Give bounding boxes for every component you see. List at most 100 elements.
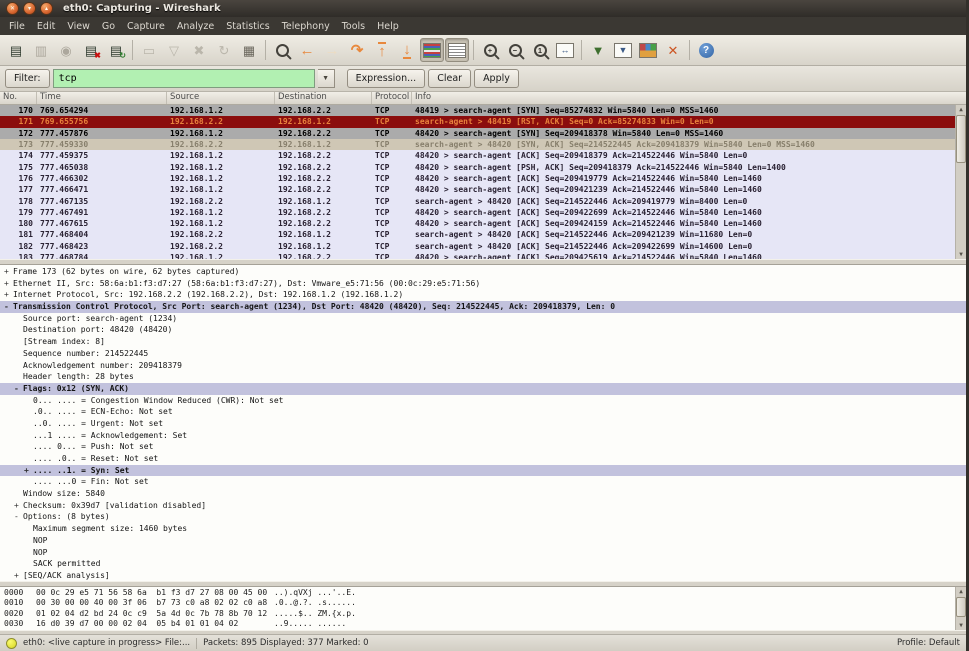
filter-button[interactable]: Filter: bbox=[5, 69, 50, 88]
capture-filter-button[interactable]: ▼ bbox=[586, 38, 610, 62]
packet-row-178[interactable]: 178 777.467135 192.168.2.2 192.168.1.2 TCP se… bbox=[0, 195, 966, 207]
expression-button[interactable]: Expression... bbox=[346, 69, 426, 88]
detail-row[interactable]: Window size: 5840 bbox=[0, 488, 966, 500]
expand-icon[interactable]: + bbox=[4, 278, 9, 290]
detail-row[interactable]: Source port: search-agent (1234) bbox=[0, 313, 966, 325]
filter-input[interactable] bbox=[52, 69, 315, 88]
expert-info-icon[interactable] bbox=[6, 637, 17, 649]
menu-item-statistics[interactable]: Statistics bbox=[220, 19, 275, 34]
column-header-destination[interactable]: Destination bbox=[275, 92, 372, 104]
scroll-down-icon[interactable]: ▼ bbox=[959, 250, 963, 259]
detail-row[interactable]: + Checksum: 0x39d7 [validation disabled] bbox=[0, 500, 966, 512]
auto-scroll-button[interactable] bbox=[445, 38, 469, 62]
packet-row-171[interactable]: 171 769.655756 192.168.2.2 192.168.1.2 TCP se… bbox=[0, 116, 966, 128]
menu-item-analyze[interactable]: Analyze bbox=[171, 19, 220, 34]
detail-row[interactable]: - Options: (8 bytes) bbox=[0, 511, 966, 523]
collapse-icon[interactable]: - bbox=[14, 383, 19, 395]
capture-stop-button[interactable]: ▤ ✖ bbox=[79, 38, 103, 62]
capture-restart-button[interactable]: ▤ ↻ bbox=[104, 38, 128, 62]
detail-row[interactable]: + .... ..1. = Syn: Set bbox=[0, 464, 966, 477]
detail-row[interactable]: + Frame 173 (62 bytes on wire, 62 bytes c… bbox=[0, 266, 966, 278]
menu-item-go[interactable]: Go bbox=[96, 19, 121, 34]
detail-row[interactable]: Acknowledgement number: 209418379 bbox=[0, 360, 966, 372]
column-header-source[interactable]: Source bbox=[167, 92, 275, 104]
scroll-up-icon[interactable]: ▲ bbox=[959, 587, 963, 596]
detail-row[interactable]: - Flags: 0x12 (SYN, ACK) bbox=[0, 382, 966, 395]
detail-row[interactable]: + Internet Protocol, Src: 192.168.2.2 (19… bbox=[0, 289, 966, 301]
detail-row[interactable]: + Ethernet II, Src: 58:6a:b1:f3:d7:27 (58… bbox=[0, 278, 966, 290]
packet-row-176[interactable]: 176 777.466302 192.168.1.2 192.168.2.2 TCP 48… bbox=[0, 172, 966, 185]
detail-row[interactable]: NOP bbox=[0, 547, 966, 559]
save-capture-button[interactable]: ▽ bbox=[162, 38, 186, 62]
column-header-no[interactable]: No. bbox=[0, 92, 37, 104]
filter-dropdown-button[interactable]: ▼ bbox=[317, 69, 335, 88]
goto-packet-button[interactable]: ↷ bbox=[345, 38, 369, 62]
open-capture-button[interactable]: ▭ bbox=[137, 38, 161, 62]
column-header-time[interactable]: Time bbox=[37, 92, 167, 104]
go-forward-button[interactable]: → bbox=[320, 38, 344, 62]
print-packets-button[interactable]: ▦ bbox=[237, 38, 261, 62]
packet-row-182[interactable]: 182 777.468423 192.168.2.2 192.168.1.2 TCP se… bbox=[0, 240, 966, 252]
preferences-button[interactable]: ✕ bbox=[661, 38, 685, 62]
detail-row[interactable]: 0... .... = Congestion Window Reduced (C… bbox=[0, 395, 966, 407]
hex-row[interactable]: 0000 00 0c 29 e5 71 56 58 6a b1 f3 d7 27 … bbox=[4, 588, 966, 598]
colorize-packets-button[interactable] bbox=[420, 38, 444, 62]
detail-row[interactable]: ...1 .... = Acknowledgement: Set bbox=[0, 430, 966, 442]
packet-row-175[interactable]: 175 777.465038 192.168.1.2 192.168.2.2 TCP 48… bbox=[0, 161, 966, 173]
menu-item-telephony[interactable]: Telephony bbox=[276, 19, 336, 34]
minimize-window-button[interactable]: ▾ bbox=[23, 2, 36, 15]
column-header-info[interactable]: Info bbox=[412, 92, 966, 104]
profile-text[interactable]: Profile: Default bbox=[897, 638, 960, 648]
expand-icon[interactable]: + bbox=[14, 500, 19, 512]
apply-button[interactable]: Apply bbox=[474, 69, 519, 88]
go-back-button[interactable]: ← bbox=[295, 38, 319, 62]
capture-interfaces-button[interactable]: ▤ bbox=[4, 38, 28, 62]
help-button[interactable]: ? bbox=[694, 38, 718, 62]
zoom-in-button[interactable]: + bbox=[478, 38, 502, 62]
expand-icon[interactable]: + bbox=[24, 465, 29, 477]
collapse-icon[interactable]: - bbox=[14, 511, 19, 523]
go-bottom-button[interactable]: ↓ bbox=[395, 38, 419, 62]
detail-row[interactable]: NOP bbox=[0, 535, 966, 547]
packet-row-174[interactable]: 174 777.459375 192.168.1.2 192.168.2.2 TCP 48… bbox=[0, 150, 966, 162]
hex-row[interactable]: 0020 01 02 04 d2 bd 24 0c c9 5a 4d 0c 7b … bbox=[4, 609, 966, 619]
menu-item-view[interactable]: View bbox=[61, 19, 96, 34]
bytes-scrollbar[interactable]: ▲ ▼ bbox=[955, 587, 966, 630]
expand-icon[interactable]: + bbox=[14, 570, 19, 581]
packet-row-180[interactable]: 180 777.467615 192.168.1.2 192.168.2.2 TCP 48… bbox=[0, 217, 966, 230]
detail-row[interactable]: .... .0.. = Reset: Not set bbox=[0, 453, 966, 465]
reload-capture-button[interactable]: ↻ bbox=[212, 38, 236, 62]
capture-options-button[interactable]: ▥ bbox=[29, 38, 53, 62]
detail-row[interactable]: - Transmission Control Protocol, Src Port… bbox=[0, 301, 966, 313]
close-window-button[interactable]: ✕ bbox=[6, 2, 19, 15]
detail-row[interactable]: Destination port: 48420 (48420) bbox=[0, 324, 966, 336]
capture-start-button[interactable]: ◉ bbox=[54, 38, 78, 62]
expand-icon[interactable]: + bbox=[4, 289, 9, 301]
hex-row[interactable]: 0030 16 d0 39 d7 00 00 02 04 05 b4 01 01 … bbox=[4, 619, 966, 629]
packet-row-177[interactable]: 177 777.466471 192.168.1.2 192.168.2.2 TCP 48… bbox=[0, 184, 966, 196]
packet-row-183[interactable]: 183 777.468784 192.168.1.2 192.168.2.2 TCP 48… bbox=[0, 251, 966, 259]
maximize-window-button[interactable]: ▴ bbox=[40, 2, 53, 15]
detail-row[interactable]: Sequence number: 214522445 bbox=[0, 348, 966, 360]
scrollbar-thumb[interactable] bbox=[956, 597, 966, 617]
find-packet-button[interactable] bbox=[270, 38, 294, 62]
coloring-rules-button[interactable] bbox=[636, 38, 660, 62]
go-top-button[interactable]: ↑ bbox=[370, 38, 394, 62]
titlebar[interactable]: ✕ ▾ ▴ eth0: Capturing - Wireshark bbox=[0, 0, 966, 17]
expand-icon[interactable]: + bbox=[4, 266, 9, 278]
zoom-out-button[interactable]: − bbox=[503, 38, 527, 62]
display-filter-button[interactable]: ▼ bbox=[611, 38, 635, 62]
scroll-down-icon[interactable]: ▼ bbox=[959, 621, 963, 630]
packet-list-scrollbar[interactable]: ▲ ▼ bbox=[955, 105, 966, 259]
menu-item-edit[interactable]: Edit bbox=[31, 19, 61, 34]
detail-row[interactable]: .... 0... = Push: Not set bbox=[0, 441, 966, 453]
detail-row[interactable]: ..0. .... = Urgent: Not set bbox=[0, 418, 966, 430]
detail-row[interactable]: [Stream index: 8] bbox=[0, 336, 966, 348]
menu-item-file[interactable]: File bbox=[3, 19, 31, 34]
menu-item-capture[interactable]: Capture bbox=[121, 19, 171, 34]
packet-row-170[interactable]: 170 769.654294 192.168.1.2 192.168.2.2 TCP 48… bbox=[0, 105, 966, 117]
clear-button[interactable]: Clear bbox=[428, 69, 472, 88]
detail-row[interactable]: .... ...0 = Fin: Not set bbox=[0, 476, 966, 488]
column-header-protocol[interactable]: Protocol bbox=[372, 92, 412, 104]
collapse-icon[interactable]: - bbox=[4, 301, 9, 313]
